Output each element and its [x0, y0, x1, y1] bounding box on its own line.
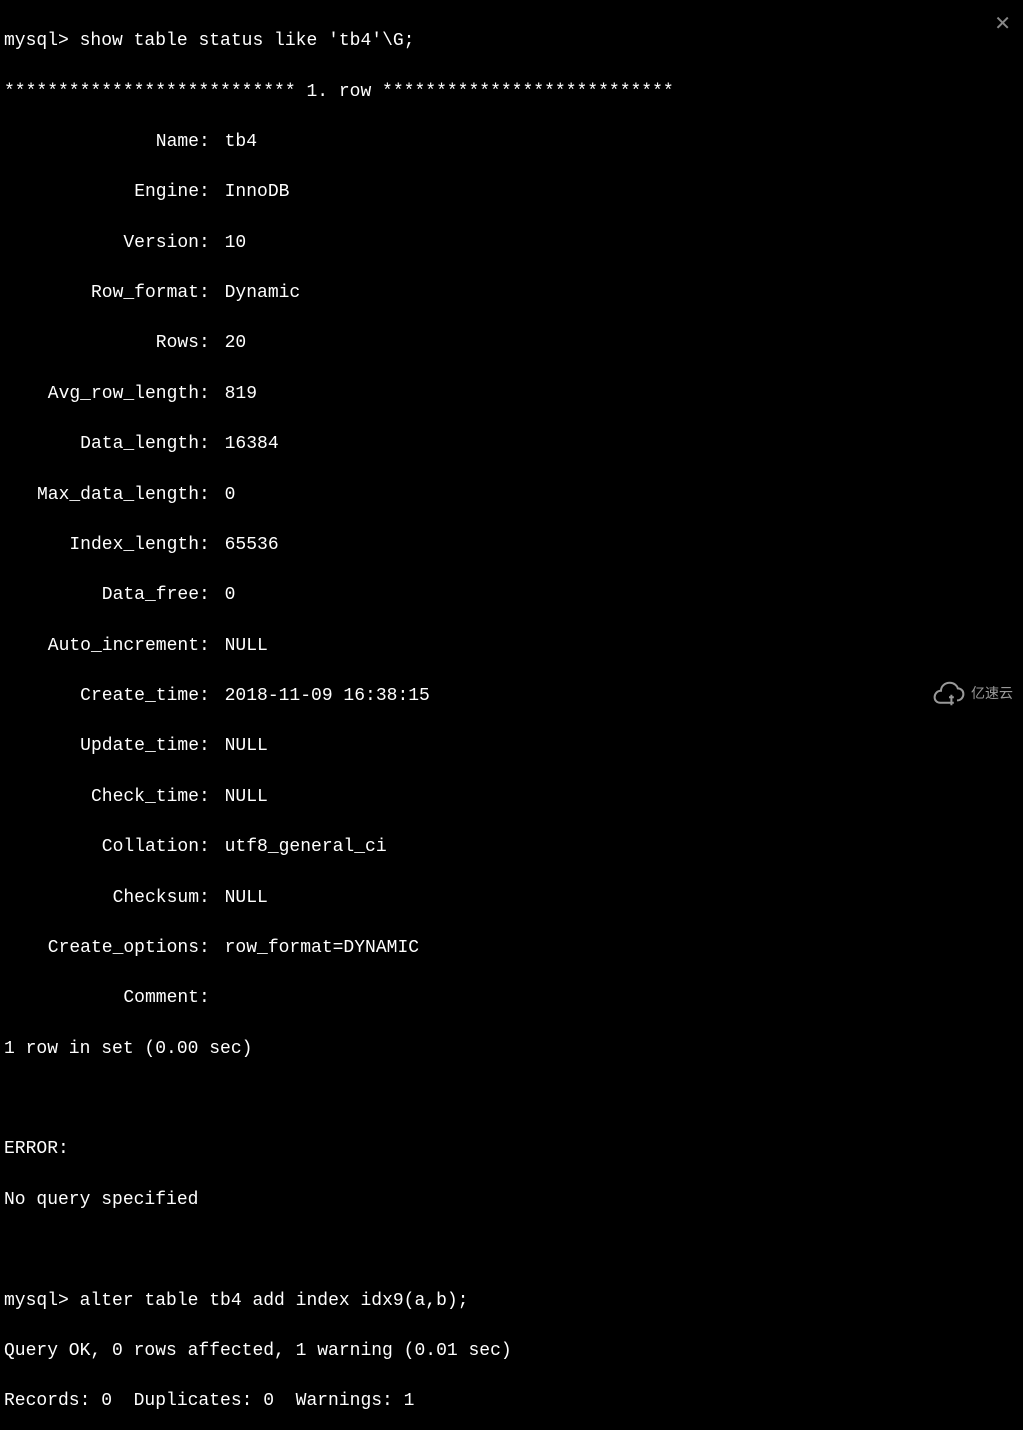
field-value: NULL [225, 734, 268, 759]
field-row-comment: Comment: [4, 986, 1019, 1011]
field-value: 10 [225, 231, 247, 256]
mysql-prompt: mysql> [4, 31, 69, 51]
field-row-autoincrement: Auto_increment: NULL [4, 634, 1019, 659]
mysql-prompt: mysql> [4, 1291, 69, 1311]
row-separator: *************************** 1. row *****… [4, 80, 1019, 105]
field-row-maxdatalength: Max_data_length: 0 [4, 483, 1019, 508]
field-row-avgrowlength: Avg_row_length: 819 [4, 382, 1019, 407]
sql-command-2: alter table tb4 add index idx9(a,b); [80, 1291, 469, 1311]
sql-command-1: show table status like 'tb4'\G; [80, 31, 415, 51]
field-row-rowformat: Row_format: Dynamic [4, 281, 1019, 306]
field-label: Create_time [4, 684, 199, 709]
field-label: Max_data_length [4, 483, 199, 508]
field-label: Update_time [4, 734, 199, 759]
field-value: NULL [225, 886, 268, 911]
field-row-createtime: Create_time: 2018-11-09 16:38:15 [4, 684, 1019, 709]
field-value: NULL [225, 634, 268, 659]
field-value: 0 [225, 583, 236, 608]
field-row-checksum: Checksum: NULL [4, 886, 1019, 911]
field-row-updatetime: Update_time: NULL [4, 734, 1019, 759]
error-label: ERROR: [4, 1137, 1019, 1162]
field-label: Row_format [4, 281, 199, 306]
terminal-output: mysql> show table status like 'tb4'\G; *… [4, 4, 1019, 1430]
field-row-rows: Rows: 20 [4, 331, 1019, 356]
watermark: 亿速云 [933, 681, 1013, 707]
field-row-engine: Engine: InnoDB [4, 180, 1019, 205]
result-line-1: 1 row in set (0.00 sec) [4, 1037, 1019, 1062]
field-label: Version [4, 231, 199, 256]
field-label: Name [4, 130, 199, 155]
field-label: Data_free [4, 583, 199, 608]
field-row-collation: Collation: utf8_general_ci [4, 835, 1019, 860]
watermark-text: 亿速云 [971, 684, 1013, 704]
field-row-createoptions: Create_options: row_format=DYNAMIC [4, 936, 1019, 961]
field-label: Data_length [4, 432, 199, 457]
field-value: InnoDB [225, 180, 290, 205]
error-message: No query specified [4, 1188, 1019, 1213]
field-row-checktime: Check_time: NULL [4, 785, 1019, 810]
field-value: 65536 [225, 533, 279, 558]
field-row-datalength: Data_length: 16384 [4, 432, 1019, 457]
field-value: 20 [225, 331, 247, 356]
field-value: Dynamic [225, 281, 301, 306]
field-label: Create_options [4, 936, 199, 961]
field-value: NULL [225, 785, 268, 810]
field-label: Rows [4, 331, 199, 356]
field-value: 16384 [225, 432, 279, 457]
field-row-version: Version: 10 [4, 231, 1019, 256]
command-line-2: mysql> alter table tb4 add index idx9(a,… [4, 1289, 1019, 1314]
field-value: row_format=DYNAMIC [225, 936, 419, 961]
field-value: 2018-11-09 16:38:15 [225, 684, 430, 709]
field-value: 819 [225, 382, 257, 407]
result-line-3: Records: 0 Duplicates: 0 Warnings: 1 [4, 1389, 1019, 1414]
field-value: 0 [225, 483, 236, 508]
field-label: Checksum [4, 886, 199, 911]
field-label: Avg_row_length [4, 382, 199, 407]
field-label: Collation [4, 835, 199, 860]
cloud-logo-icon [933, 681, 965, 707]
field-row-indexlength: Index_length: 65536 [4, 533, 1019, 558]
field-label: Auto_increment [4, 634, 199, 659]
close-icon[interactable]: ✕ [994, 10, 1011, 38]
field-row-datafree: Data_free: 0 [4, 583, 1019, 608]
field-value: utf8_general_ci [225, 835, 387, 860]
field-label: Engine [4, 180, 199, 205]
field-label: Check_time [4, 785, 199, 810]
field-value: tb4 [225, 130, 257, 155]
field-row-name: Name: tb4 [4, 130, 1019, 155]
command-line-1: mysql> show table status like 'tb4'\G; [4, 29, 1019, 54]
result-line-2: Query OK, 0 rows affected, 1 warning (0.… [4, 1339, 1019, 1364]
field-label: Comment [4, 986, 199, 1011]
field-label: Index_length [4, 533, 199, 558]
